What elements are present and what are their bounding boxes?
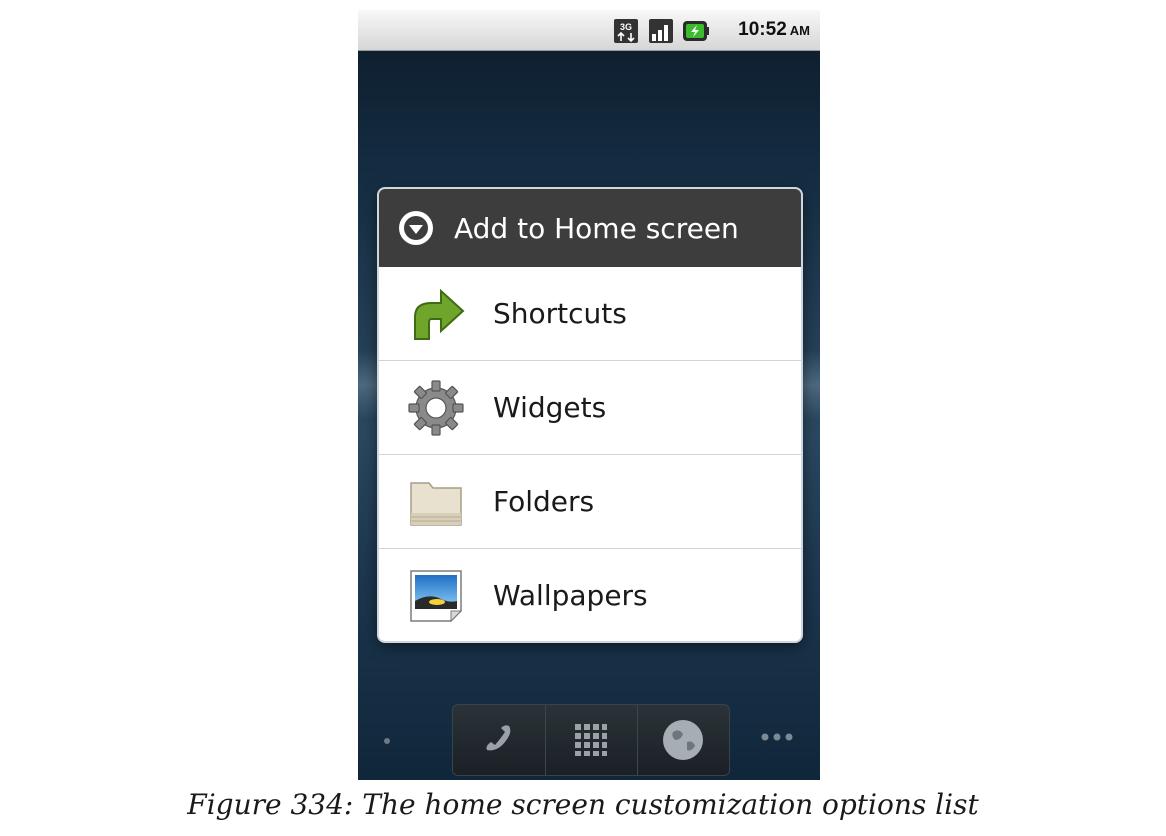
- list-item-label: Wallpapers: [493, 579, 648, 612]
- phone-icon: [486, 725, 511, 751]
- phone-screen: 3G 10:52 AM Add to Home screen Shortcuts…: [358, 10, 820, 780]
- gear-icon: [408, 379, 464, 436]
- list-item-label: Shortcuts: [493, 297, 627, 330]
- wallpaper-picture-icon: [410, 569, 463, 622]
- app-grid-icon: [575, 724, 607, 756]
- clock-time: 10:52: [738, 19, 787, 40]
- dialog-header: Add to Home screen: [379, 189, 801, 267]
- list-item-label: Widgets: [493, 391, 607, 424]
- more-pages-icon: [761, 733, 793, 741]
- clock: 10:52 AM: [738, 19, 810, 41]
- browser-button[interactable]: [637, 705, 729, 775]
- browser-globe-icon: [663, 720, 703, 760]
- home-page-indicator: [384, 738, 390, 744]
- figure-caption: Figure 334: The home screen customizatio…: [187, 788, 979, 821]
- list-item-shortcuts[interactable]: Shortcuts: [379, 267, 801, 361]
- dialog-title: Add to Home screen: [454, 211, 739, 245]
- status-bar: 3G 10:52 AM: [358, 10, 820, 51]
- phone-button[interactable]: [453, 705, 545, 775]
- chevron-down-circle-icon: [399, 211, 433, 245]
- launcher-dock: [452, 704, 730, 776]
- list-item-wallpapers[interactable]: Wallpapers: [379, 549, 801, 641]
- list-item-folders[interactable]: Folders: [379, 455, 801, 549]
- app-drawer-button[interactable]: [545, 705, 637, 775]
- battery-charging-icon: [683, 21, 709, 41]
- list-item-widgets[interactable]: Widgets: [379, 361, 801, 455]
- signal-strength-icon: [649, 19, 673, 43]
- clock-ampm: AM: [789, 23, 810, 38]
- list-item-label: Folders: [493, 485, 595, 518]
- add-to-home-dialog: Add to Home screen Shortcuts Widgets Fol…: [379, 189, 801, 641]
- folder-icon: [410, 481, 462, 526]
- svg-text:3G: 3G: [620, 22, 632, 32]
- shortcut-arrow-icon: [414, 288, 465, 340]
- 3g-data-icon: 3G: [614, 19, 638, 43]
